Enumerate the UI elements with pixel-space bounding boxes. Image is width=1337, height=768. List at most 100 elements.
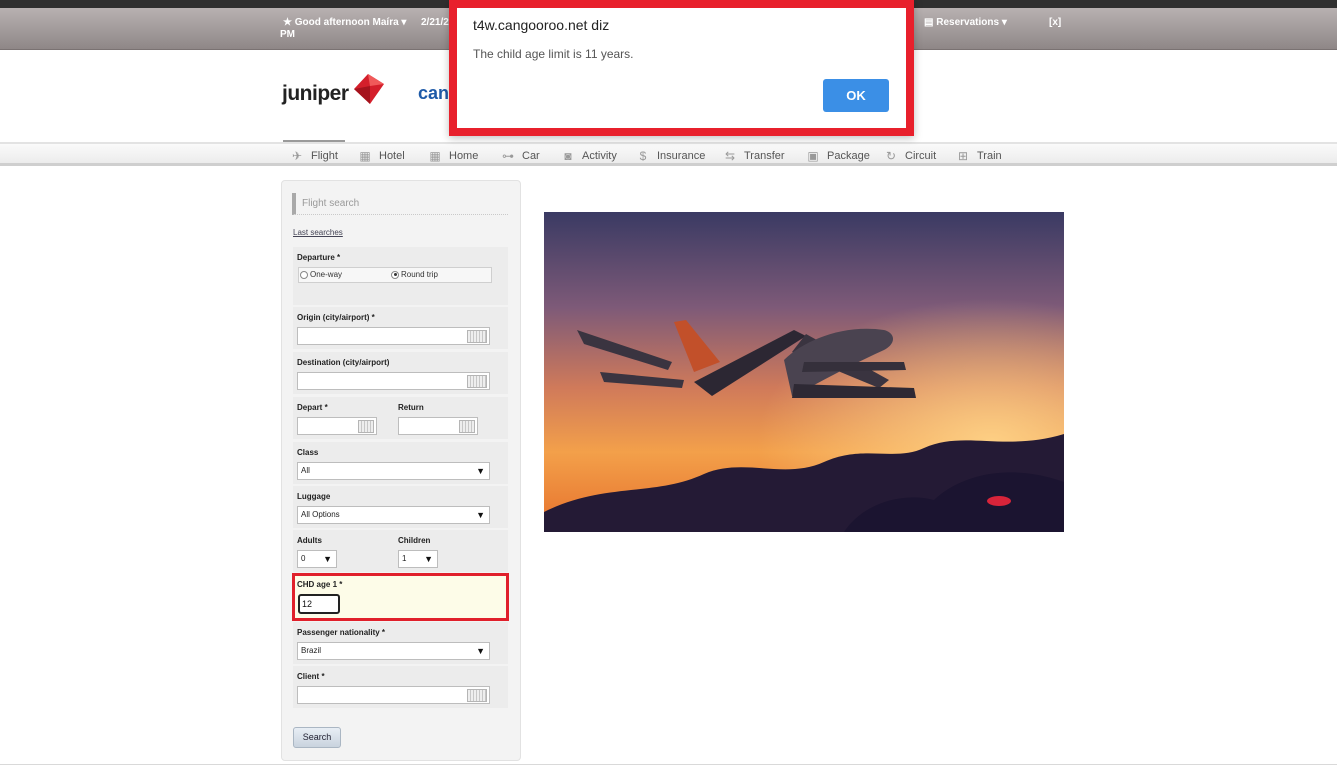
camera-icon: ◙ xyxy=(564,149,572,163)
client-input[interactable] xyxy=(297,686,490,704)
destination-label: Destination (city/airport) xyxy=(297,358,390,367)
luggage-select[interactable]: All Options ▼ xyxy=(297,506,490,524)
round-trip-radio[interactable]: Round trip xyxy=(391,270,438,279)
origin-section: Origin (city/airport) * xyxy=(293,307,508,349)
tab-label: Train xyxy=(977,150,1002,162)
depart-label: Depart * xyxy=(297,403,328,412)
hero-airplane-image xyxy=(544,212,1064,532)
keyboard-icon[interactable] xyxy=(467,375,487,388)
car-icon: ⊶ xyxy=(502,149,514,163)
tab-label: Circuit xyxy=(905,150,937,162)
building-icon: ▦ xyxy=(429,149,441,163)
tab-label: Transfer xyxy=(744,150,785,162)
tab-label: Insurance xyxy=(657,150,706,162)
adults-select[interactable]: 0 ▼ xyxy=(297,550,337,568)
keyboard-icon[interactable] xyxy=(467,689,487,702)
transfer-icon: ⇆ xyxy=(724,149,736,163)
dropdown-arrow-icon: ▼ xyxy=(424,554,433,564)
origin-input[interactable] xyxy=(297,327,490,345)
class-value: All xyxy=(301,466,310,475)
footer-divider xyxy=(0,764,1337,765)
logo-brand: juniper xyxy=(282,82,349,105)
tab-train[interactable]: ⊞ Train xyxy=(955,146,1002,166)
date-text: 2/21/2 xyxy=(421,17,449,28)
dollar-icon: $ xyxy=(639,149,647,163)
last-searches-link[interactable]: Last searches xyxy=(293,228,343,237)
nationality-select[interactable]: Brazil ▼ xyxy=(297,642,490,660)
greeting-text: Good afternoon Maíra xyxy=(294,17,399,28)
child-age-section: CHD age 1 * 12 xyxy=(292,573,509,621)
tab-label: Home xyxy=(449,150,479,162)
flight-search-panel: Flight search Last searches Departure * … xyxy=(281,180,521,761)
tab-car[interactable]: ⊶ Car xyxy=(500,146,540,166)
briefcase-icon: ▣ xyxy=(807,149,819,163)
pm-text: PM xyxy=(280,29,295,40)
train-icon: ⊞ xyxy=(957,149,969,163)
dropdown-arrow-icon: ▼ xyxy=(476,466,485,476)
dialog-message: The child age limit is 11 years. xyxy=(473,47,634,61)
luggage-value: All Options xyxy=(301,510,340,519)
one-way-label: One-way xyxy=(310,270,343,279)
client-section: Client * xyxy=(293,666,508,708)
search-button[interactable]: Search xyxy=(293,727,341,748)
children-value: 1 xyxy=(402,554,407,563)
children-select[interactable]: 1 ▼ xyxy=(398,550,438,568)
tab-label: Car xyxy=(522,150,540,162)
dropdown-arrow-icon: ▼ xyxy=(476,646,485,656)
tab-hotel[interactable]: ▦ Hotel xyxy=(357,146,405,166)
tab-label: Activity xyxy=(582,150,617,162)
client-label: Client * xyxy=(297,672,325,681)
nationality-label: Passenger nationality * xyxy=(297,628,386,637)
ok-button[interactable]: OK xyxy=(823,79,889,112)
tab-label: Package xyxy=(827,150,870,162)
nationality-value: Brazil xyxy=(301,646,322,655)
luggage-section: Luggage All Options ▼ xyxy=(293,486,508,528)
one-way-radio[interactable]: One-way xyxy=(300,270,342,279)
class-label: Class xyxy=(297,448,319,457)
destination-section: Destination (city/airport) xyxy=(293,352,508,394)
trip-type-group: One-way Round trip xyxy=(298,267,492,283)
luggage-label: Luggage xyxy=(297,492,331,501)
passengers-section: Adults Children 0 ▼ 1 ▼ xyxy=(293,530,508,572)
greeting-menu[interactable]: ★ Good afternoon Maíra ▾ xyxy=(283,17,406,28)
return-date-input[interactable] xyxy=(398,417,478,435)
class-section: Class All ▼ xyxy=(293,442,508,484)
departure-section: Departure * One-way Round trip xyxy=(293,247,508,305)
origin-label: Origin (city/airport) * xyxy=(297,313,375,322)
cycle-icon: ↻ xyxy=(885,149,897,163)
return-label: Return xyxy=(398,403,424,412)
child-age-label: CHD age 1 * xyxy=(297,580,343,589)
class-select[interactable]: All ▼ xyxy=(297,462,490,480)
keyboard-icon[interactable] xyxy=(467,330,487,343)
tab-package[interactable]: ▣ Package xyxy=(805,146,870,166)
destination-input[interactable] xyxy=(297,372,490,390)
tab-home[interactable]: ▦ Home xyxy=(427,146,478,166)
tab-label: Flight xyxy=(311,150,338,162)
dates-section: Depart * Return xyxy=(293,397,508,439)
radio-dot xyxy=(300,270,308,279)
child-age-input[interactable]: 12 xyxy=(298,594,340,614)
dialog-title: t4w.cangooroo.net diz xyxy=(473,17,610,33)
adults-value: 0 xyxy=(301,554,306,563)
tab-insurance[interactable]: $ Insurance xyxy=(635,146,706,166)
logo-diamond-icon xyxy=(354,74,384,104)
tab-circuit[interactable]: ↻ Circuit xyxy=(883,146,936,166)
calendar-icon[interactable] xyxy=(358,420,374,433)
dropdown-arrow-icon: ▼ xyxy=(323,554,332,564)
radio-dot xyxy=(391,270,399,279)
document-icon: ▤ xyxy=(924,17,934,28)
children-label: Children xyxy=(398,536,431,545)
tab-flight[interactable]: ✈ Flight xyxy=(283,140,345,166)
round-trip-label: Round trip xyxy=(401,270,438,279)
tab-transfer[interactable]: ⇆ Transfer xyxy=(722,146,785,166)
reservations-label: Reservations xyxy=(936,17,1000,28)
calendar-icon[interactable] xyxy=(459,420,475,433)
close-link[interactable]: [x] xyxy=(1049,17,1061,28)
product-nav: ✈ Flight ▦ Hotel ▦ Home ⊶ Car ◙ Activity $ Ins… xyxy=(0,140,1337,166)
tab-label: Hotel xyxy=(379,150,405,162)
reservations-menu[interactable]: ▤ Reservations ▾ xyxy=(924,17,1007,28)
adults-label: Adults xyxy=(297,536,322,545)
tab-activity[interactable]: ◙ Activity xyxy=(560,146,617,166)
nationality-section: Passenger nationality * Brazil ▼ xyxy=(293,622,508,664)
depart-date-input[interactable] xyxy=(297,417,377,435)
